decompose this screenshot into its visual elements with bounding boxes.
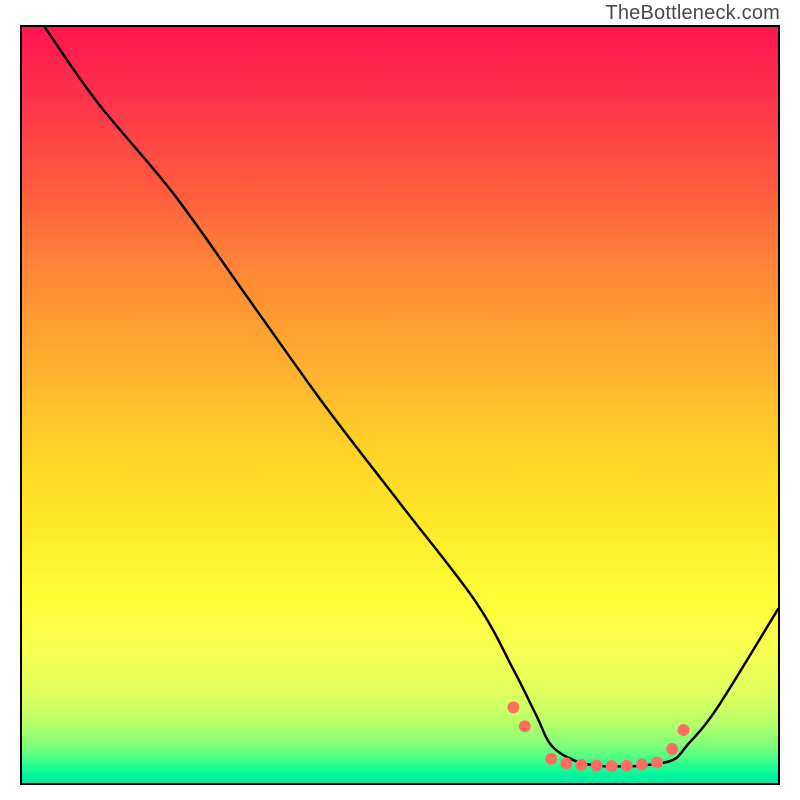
chart-svg <box>22 27 778 783</box>
marker-dot <box>560 757 572 769</box>
curve-path <box>45 27 778 766</box>
plot-area <box>20 25 780 785</box>
marker-dot <box>507 701 519 713</box>
marker-dot <box>545 753 557 765</box>
attribution-label: TheBottleneck.com <box>605 2 780 25</box>
marker-dot <box>575 759 587 771</box>
marker-dot <box>636 759 648 771</box>
marker-dot <box>678 724 690 736</box>
marker-dot <box>606 760 618 772</box>
marker-dot <box>651 757 663 769</box>
marker-dot <box>621 760 633 772</box>
marker-dot <box>591 760 603 772</box>
marker-dot <box>666 743 678 755</box>
chart-container: TheBottleneck.com <box>0 0 800 800</box>
marker-dot <box>519 720 531 732</box>
